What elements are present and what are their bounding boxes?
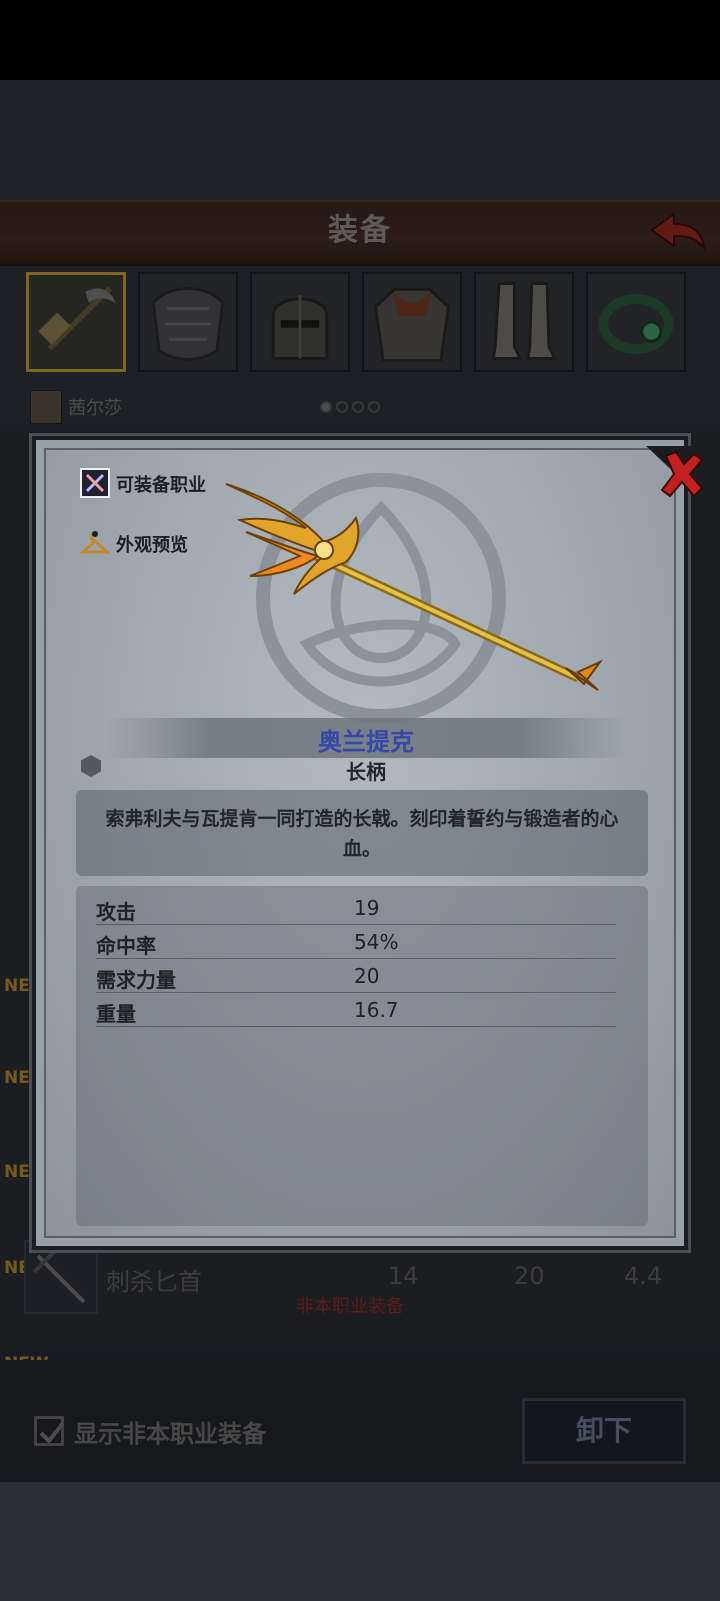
description-box: 索弗利夫与瓦提肯一同打造的长戟。刻印着誓约与锻造者的心血。 <box>76 790 648 876</box>
appearance-preview-label: 外观预览 <box>116 535 188 556</box>
crossed-weapons-icon <box>80 468 110 498</box>
close-icon <box>646 446 710 506</box>
stat-row-accuracy: 命中率 54% <box>96 924 616 959</box>
item-title: 奥兰提克 <box>318 728 414 756</box>
item-description: 索弗利夫与瓦提肯一同打造的长戟。刻印着誓约与锻造者的心血。 <box>105 808 619 860</box>
item-detail-dialog: 可装备职业 外观预览 奥兰提克 长柄 索弗利夫与瓦提肯一同打造的长戟。刻印着誓约… <box>32 436 710 1250</box>
equip-class-label: 可装备职业 <box>116 475 206 496</box>
stat-value: 20 <box>354 964 380 988</box>
stats-table: 攻击 19 命中率 54% 需求力量 20 重量 16.7 <box>76 886 648 1226</box>
stat-label: 攻击 <box>96 900 136 924</box>
spear-artwork <box>225 483 604 691</box>
stat-value: 16.7 <box>354 998 399 1022</box>
stat-label: 重量 <box>96 1002 136 1026</box>
stat-value: 19 <box>354 896 380 920</box>
stat-row-weight: 重量 16.7 <box>96 992 616 1027</box>
close-button[interactable] <box>646 446 710 506</box>
stat-value: 54% <box>354 930 399 954</box>
stat-label: 命中率 <box>96 934 156 958</box>
stat-row-strength: 需求力量 20 <box>96 958 616 993</box>
status-bar <box>0 0 720 80</box>
dialog-body: 可装备职业 外观预览 奥兰提克 长柄 索弗利夫与瓦提肯一同打造的长戟。刻印着誓约… <box>44 446 710 1238</box>
navigation-bar-area <box>0 1482 720 1601</box>
stat-label: 需求力量 <box>96 968 176 992</box>
item-type: 长柄 <box>346 760 386 784</box>
hanger-icon <box>80 531 110 554</box>
stat-row-attack: 攻击 19 <box>96 890 616 925</box>
